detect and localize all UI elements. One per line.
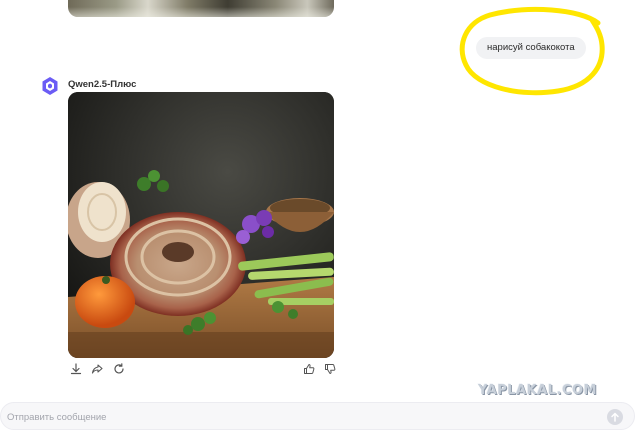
share-icon[interactable] — [91, 363, 104, 375]
download-icon[interactable] — [70, 363, 82, 375]
previous-generated-image[interactable] — [68, 0, 334, 17]
arrow-up-icon — [611, 412, 619, 422]
message-composer — [0, 402, 635, 430]
watermark-text: YAPLAKAL.COM — [478, 383, 597, 398]
thumbs-up-icon[interactable] — [303, 363, 315, 375]
message-actions-left — [70, 362, 130, 375]
refresh-icon[interactable] — [113, 363, 125, 375]
qwen-logo-icon — [42, 77, 58, 95]
thumbs-down-icon[interactable] — [324, 363, 336, 375]
user-message-bubble: нарисуй собакокота — [476, 37, 586, 59]
generated-image[interactable] — [68, 92, 334, 358]
message-input[interactable] — [5, 409, 569, 425]
message-actions-right — [303, 362, 341, 374]
send-button[interactable] — [607, 409, 623, 425]
assistant-name: Qwen2.5-Плюс — [68, 79, 137, 90]
